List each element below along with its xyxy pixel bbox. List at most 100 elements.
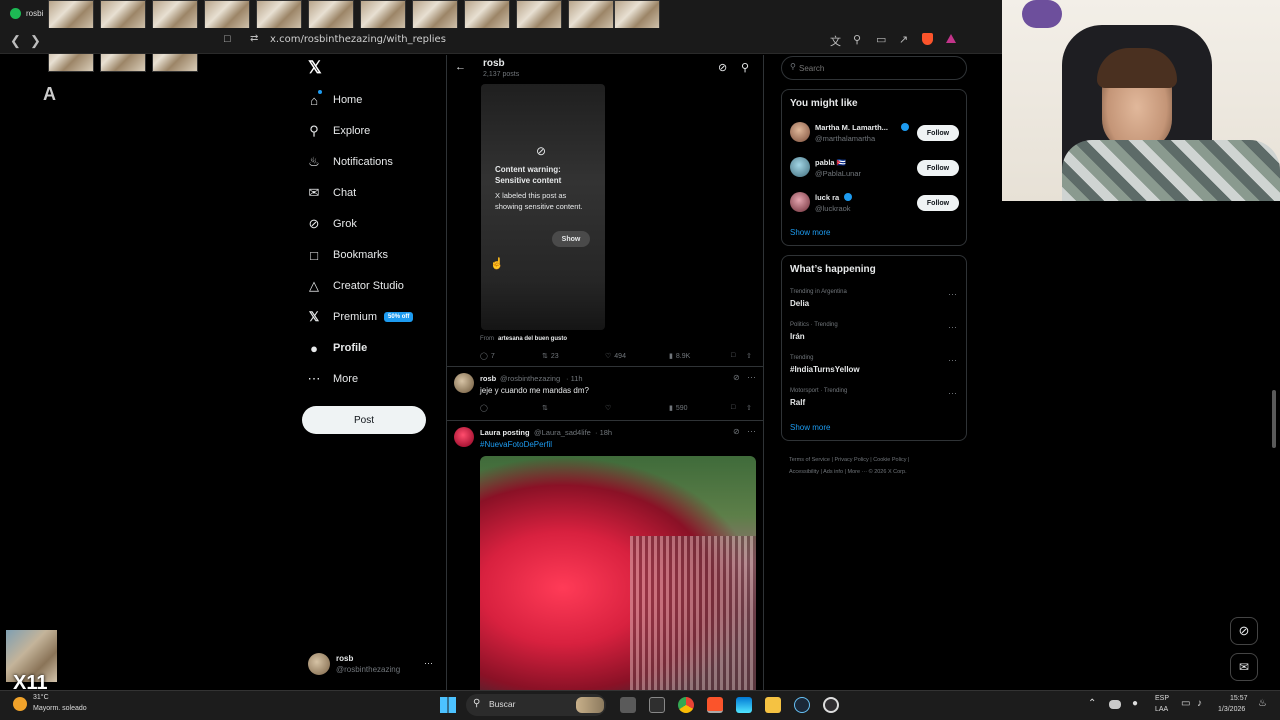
nav-home[interactable]: ⌂ Home [306,88,362,112]
follow-button[interactable]: Follow [917,160,959,176]
reply-action[interactable]: ◯ 7 [480,352,495,361]
suggested-account[interactable]: luck ra @luckraok Follow [782,190,968,216]
like-action[interactable]: ♡ 494 [605,352,626,361]
search-icon[interactable]: ⚲ [741,61,749,74]
show-more-link[interactable]: Show more [790,228,830,237]
weather-icon[interactable] [13,697,27,711]
tab-title[interactable]: rosbi [26,9,43,18]
trend-item[interactable]: Politics · Trending Irán ⋯ [782,321,968,349]
footer-link[interactable]: Cookie Policy [873,457,906,463]
messages-floating-button[interactable]: ✉ [1230,653,1258,681]
views-action[interactable]: ▮ 8.9K [669,352,690,361]
language-indicator[interactable]: ESP [1155,695,1169,702]
more-icon[interactable]: ⋯ [747,426,756,437]
weather-desc[interactable]: Mayorm. soleado [33,705,87,712]
discord-icon[interactable] [1109,700,1121,709]
reply-icon[interactable]: ◯ [480,404,488,412]
weather-temp[interactable]: 31°C [33,694,49,701]
back-arrow-icon[interactable]: ← [455,61,466,73]
clock-time[interactable]: 15:57 [1230,695,1248,702]
footer-link[interactable]: Accessibility [789,469,819,475]
task-view-icon[interactable] [620,697,636,713]
trend-item[interactable]: Trending in Argentina Delia ⋯ [782,288,968,316]
nav-bookmarks[interactable]: □ Bookmarks [306,243,388,267]
chevron-up-icon[interactable]: ⌃ [1088,698,1096,709]
repost-icon[interactable]: ⇅ [542,404,548,412]
zoom-icon[interactable]: ⚲ [853,33,861,46]
repost-action[interactable]: ⇅ 23 [542,352,559,361]
footer-link[interactable]: Terms of Service [789,457,830,463]
share-icon[interactable]: ⇧ [746,404,752,412]
grok-icon[interactable]: ⊘ [733,373,740,382]
grok-floating-button[interactable]: ⊘ [1230,617,1258,645]
nav-more[interactable]: ⋯ More [306,367,359,391]
volume-icon[interactable]: ♪ [1197,698,1202,709]
more-icon[interactable]: ⋯ [948,388,957,399]
search-input[interactable] [799,61,959,75]
more-icon[interactable]: ⋯ [948,289,957,300]
trend-item[interactable]: Trending #IndiaTurnsYellow ⋯ [782,354,968,382]
more-icon[interactable]: ⋯ [747,372,756,383]
back-icon[interactable]: ❮ [10,33,21,49]
epic-games-icon[interactable] [649,697,665,713]
share-icon[interactable]: ↗ [899,33,908,46]
views-action[interactable]: ▮ 590 [669,404,688,413]
brave-icon[interactable] [707,697,723,713]
suggested-account[interactable]: Martha M. Lamarth... @marthalamartha Fol… [782,120,968,146]
footer-link[interactable]: Ads info [823,469,843,475]
obs-icon[interactable] [823,697,839,713]
bookmark-icon[interactable]: □ [224,33,231,45]
network-icon[interactable]: ▭ [1181,698,1190,709]
show-button[interactable]: Show [552,231,590,247]
steam-icon[interactable] [794,697,810,713]
follow-button[interactable]: Follow [917,195,959,211]
more-icon[interactable]: ⋯ [948,322,957,333]
scrollbar-thumb[interactable] [1272,390,1276,448]
bookmark-icon[interactable]: □ [731,404,735,411]
follow-button[interactable]: Follow [917,125,959,141]
chrome-icon[interactable] [678,697,694,713]
microphone-icon[interactable]: ● [1132,698,1138,709]
search-box[interactable]: ⚲ [781,56,967,80]
nav-premium[interactable]: 𝕏 Premium 50% off [306,305,414,329]
tweet[interactable]: rosb @rosbinthezazing · 11h ⊘ ⋯ jeje y c… [447,367,763,420]
bookmark-icon[interactable]: □ [731,352,735,359]
share-icon[interactable]: ⇧ [746,352,752,360]
file-explorer-icon[interactable] [765,697,781,713]
tweet-photo[interactable] [480,456,756,690]
site-settings-icon[interactable]: ⇄ [250,33,258,44]
language-layout[interactable]: LAA [1155,706,1168,713]
taskbar-search[interactable]: ⚲ Buscar [466,694,606,716]
trend-item[interactable]: Motorsport · Trending Ralf ⋯ [782,387,968,415]
from-source[interactable]: artesana del buen gusto [498,336,567,342]
account-switcher[interactable]: rosb @rosbinthezazing ··· [306,651,438,677]
suggested-account[interactable]: pabla 🇨🇺 @PablaLunar Follow [782,155,968,181]
hashtag-link[interactable]: #NuevaFotoDePerfil [480,440,552,449]
grok-icon[interactable]: ⊘ [718,61,727,74]
grok-icon[interactable]: ⊘ [733,427,740,436]
more-icon[interactable]: ⋯ [948,355,957,366]
nav-chat[interactable]: ✉ Chat [306,181,357,205]
cast-icon[interactable]: ▭ [876,33,886,46]
nav-grok[interactable]: ⊘ Grok [306,212,357,236]
footer-link[interactable]: More ··· [848,469,868,475]
nav-explore[interactable]: ⚲ Explore [306,119,370,143]
nav-notifications[interactable]: ♨ Notifications [306,150,393,174]
notifications-icon[interactable]: ♨ [1258,698,1267,709]
nav-creator-studio[interactable]: △ Creator Studio [306,274,404,298]
post-button[interactable]: Post [302,406,426,434]
brave-shield-icon[interactable] [922,33,933,45]
forward-icon[interactable]: ❯ [30,33,41,49]
translate-icon[interactable]: 文 [830,33,841,49]
brave-rewards-icon[interactable] [946,34,956,43]
heart-icon[interactable]: ♡ [605,404,611,412]
store-icon[interactable] [736,697,752,713]
show-more-link[interactable]: Show more [790,423,830,432]
url-field[interactable]: x.com/rosbinthezazing/with_replies [270,34,446,45]
nav-profile[interactable]: ● Profile [306,336,367,360]
clock-date[interactable]: 1/3/2026 [1218,706,1245,713]
sensitive-media[interactable]: ⊘ Content warning: Sensitive content X l… [481,84,605,330]
windows-start-icon[interactable] [440,697,456,713]
tweet[interactable]: Laura posting @Laura_sad4life · 18h ⊘ ⋯ … [447,421,763,690]
x-logo-icon[interactable]: 𝕏 [308,59,324,77]
